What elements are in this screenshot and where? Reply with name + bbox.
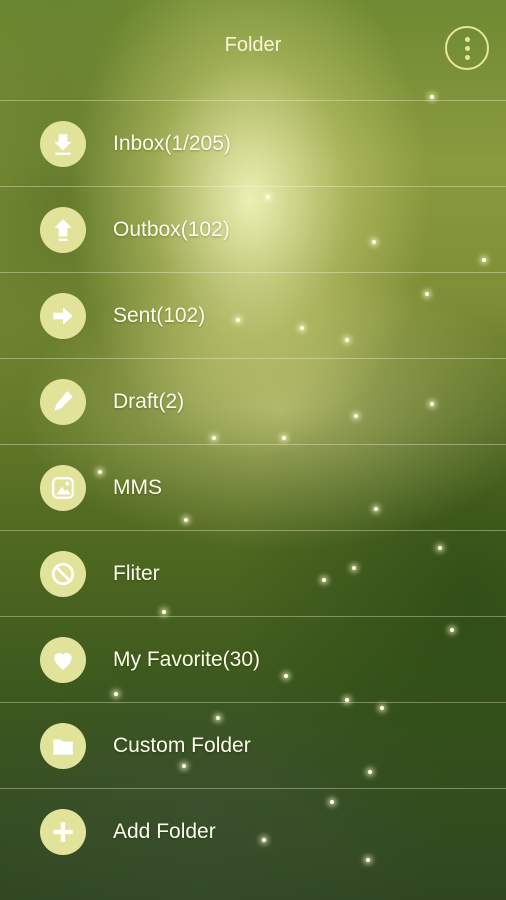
folder-item-sent[interactable]: Sent(102) bbox=[0, 272, 506, 358]
more-options-button[interactable] bbox=[445, 26, 489, 70]
folder-label: Sent(102) bbox=[113, 303, 206, 327]
folder-label: Custom Folder bbox=[113, 733, 251, 757]
folder-item-outbox[interactable]: Outbox(102) bbox=[0, 186, 506, 272]
folder-item-custom-folder[interactable]: Custom Folder bbox=[0, 702, 506, 788]
folder-label: Outbox(102) bbox=[113, 217, 230, 241]
favorite-heart-icon bbox=[40, 636, 86, 683]
folder-label: Draft(2) bbox=[113, 389, 185, 413]
folder-item-draft[interactable]: Draft(2) bbox=[0, 358, 506, 444]
folder-item-add-folder[interactable]: Add Folder bbox=[0, 788, 506, 874]
mms-picture-icon bbox=[40, 464, 86, 511]
add-plus-icon bbox=[40, 808, 86, 855]
outbox-upload-icon bbox=[40, 206, 86, 253]
folder-item-inbox[interactable]: Inbox(1/205) bbox=[0, 100, 506, 186]
filter-block-icon bbox=[40, 550, 86, 597]
inbox-download-icon bbox=[40, 120, 86, 167]
folder-item-filter[interactable]: Fliter bbox=[0, 530, 506, 616]
folder-item-mms[interactable]: MMS bbox=[0, 444, 506, 530]
folder-label: Fliter bbox=[113, 561, 160, 585]
page-title: Folder bbox=[224, 34, 282, 56]
draft-pencil-icon bbox=[40, 378, 86, 425]
folder-label: Add Folder bbox=[113, 819, 216, 843]
folder-label: MMS bbox=[113, 475, 162, 499]
folder-label: My Favorite(30) bbox=[113, 647, 261, 671]
folder-list: Inbox(1/205) Outbox(102) Sent(102) Draft… bbox=[0, 100, 506, 874]
sent-arrow-icon bbox=[40, 292, 86, 339]
custom-folder-icon bbox=[40, 722, 86, 769]
more-vertical-icon bbox=[464, 36, 470, 60]
folder-label: Inbox(1/205) bbox=[113, 131, 231, 155]
folder-item-my-favorite[interactable]: My Favorite(30) bbox=[0, 616, 506, 702]
